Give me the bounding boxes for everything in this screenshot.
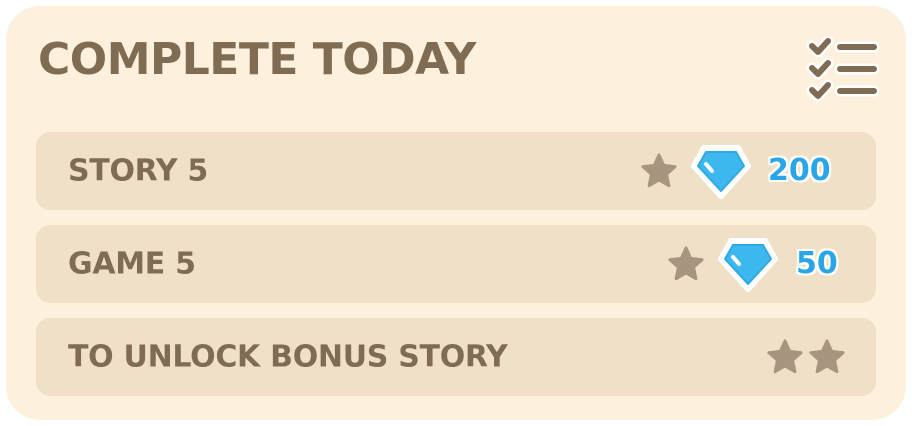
reward-amount: 50 xyxy=(796,246,838,281)
panel-title: COMPLETE TODAY xyxy=(38,34,476,85)
task-label: TO UNLOCK BONUS STORY xyxy=(68,339,508,375)
star-icon xyxy=(767,339,803,374)
checklist-icon[interactable] xyxy=(804,36,880,102)
reward-amount: 200 xyxy=(768,153,831,188)
complete-today-panel: COMPLETE TODAY STORY 5 200 GAME 5 50 TO … xyxy=(6,6,906,420)
gem-icon xyxy=(691,145,751,199)
task-row-game[interactable]: GAME 5 50 xyxy=(36,225,876,303)
star-icon xyxy=(668,246,704,281)
gem-icon xyxy=(718,238,778,292)
star-icon xyxy=(641,153,677,188)
task-row-story[interactable]: STORY 5 200 xyxy=(36,132,876,210)
task-label: STORY 5 xyxy=(68,153,208,189)
task-label: GAME 5 xyxy=(68,246,196,282)
task-row-bonus[interactable]: TO UNLOCK BONUS STORY xyxy=(36,318,876,396)
star-icon xyxy=(809,339,845,374)
